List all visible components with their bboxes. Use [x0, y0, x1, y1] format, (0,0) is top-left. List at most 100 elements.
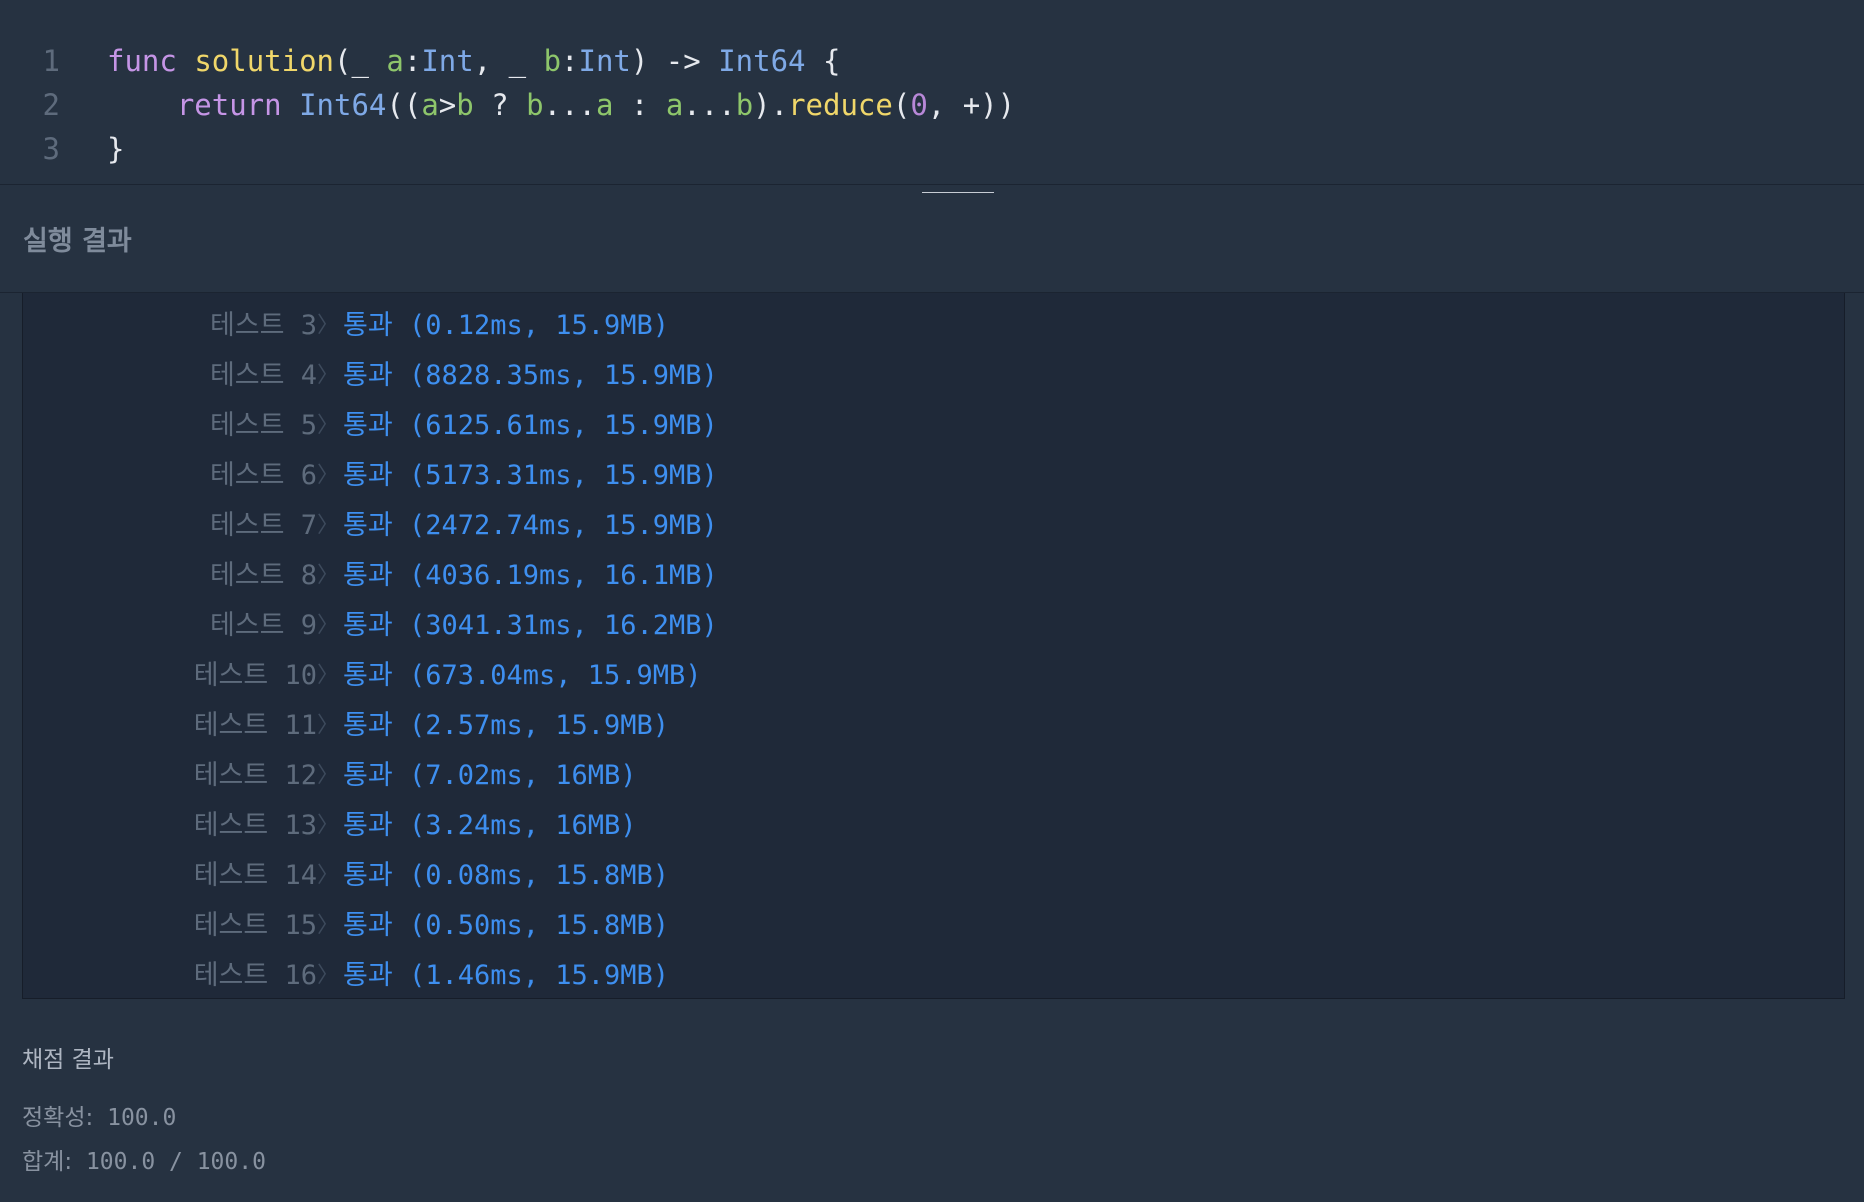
- code-token: 0: [910, 88, 928, 122]
- test-result: 통과 (4036.19ms, 16.1MB): [343, 551, 718, 601]
- test-label: 테스트 15: [194, 901, 317, 951]
- test-row: 테스트 13 〉 통과 (3.24ms, 16MB): [23, 801, 1844, 851]
- test-detail: (2472.74ms, 15.9MB): [408, 510, 718, 541]
- chevron-right-icon: 〉: [317, 563, 340, 588]
- test-label-text: 테스트: [209, 610, 285, 641]
- code-token: return: [176, 88, 282, 122]
- test-result: 통과 (5173.31ms, 15.9MB): [343, 451, 718, 501]
- test-label: 테스트 12: [194, 751, 317, 801]
- test-label: 테스트 8: [210, 551, 317, 601]
- test-row: 테스트 5 〉 통과 (6125.61ms, 15.9MB): [23, 401, 1844, 451]
- test-label-text: 테스트: [209, 510, 285, 541]
- test-label: 테스트 6: [210, 451, 317, 501]
- code-line-3[interactable]: 3}: [0, 127, 125, 171]
- chevron-right-icon: 〉: [317, 613, 340, 638]
- test-detail: (0.08ms, 15.8MB): [408, 860, 670, 891]
- code-editor[interactable]: 1 func solution(_ a:Int, _ b:Int) -> Int6…: [0, 0, 1864, 185]
- code-token: func: [107, 44, 177, 78]
- code-token: reduce: [788, 88, 893, 122]
- test-result: 통과 (3.24ms, 16MB): [343, 801, 637, 851]
- test-detail: (6125.61ms, 15.9MB): [408, 410, 718, 441]
- test-label-text: 테스트: [209, 360, 285, 391]
- test-label-text: 테스트: [193, 910, 269, 941]
- result-header: 실행 결과: [0, 193, 1864, 293]
- test-number: 10: [284, 660, 317, 691]
- test-number: 3: [300, 310, 317, 341]
- test-row: 테스트 16 〉 통과 (1.46ms, 15.9MB): [23, 951, 1844, 998]
- accuracy-line: 정확성: 100.0: [22, 1098, 176, 1132]
- grading-title: 채점 결과: [22, 1047, 114, 1073]
- test-label-text: 테스트: [193, 710, 269, 741]
- test-row: 테스트 12 〉 통과 (7.02ms, 16MB): [23, 751, 1844, 801]
- line-number: 1: [42, 44, 60, 78]
- chevron-right-icon: 〉: [317, 313, 340, 338]
- test-result: 통과 (8828.35ms, 15.9MB): [343, 351, 718, 401]
- test-label-text: 테스트: [209, 310, 285, 341]
- chevron-right-icon: 〉: [317, 463, 340, 488]
- code-token: b: [456, 88, 474, 122]
- code-token: :: [561, 44, 579, 78]
- code-token: , _: [473, 44, 544, 78]
- result-title: 실행 결과: [23, 226, 132, 257]
- test-label: 테스트 5: [210, 401, 317, 451]
- test-number: 9: [300, 610, 317, 641]
- code-token: a: [665, 88, 684, 122]
- test-number: 7: [300, 510, 317, 541]
- test-status: 통과: [343, 510, 393, 541]
- test-label: 테스트 13: [194, 801, 317, 851]
- chevron-right-icon: 〉: [317, 813, 340, 838]
- code-token: b: [526, 88, 544, 122]
- test-label-text: 테스트: [193, 660, 269, 691]
- test-result: 통과 (6125.61ms, 15.9MB): [343, 401, 718, 451]
- test-number: 12: [284, 760, 317, 791]
- test-detail: (3.24ms, 16MB): [408, 810, 637, 841]
- test-number: 5: [300, 410, 317, 441]
- test-label: 테스트 10: [194, 651, 317, 701]
- code-token: Int: [421, 44, 474, 78]
- chevron-right-icon: 〉: [317, 363, 340, 388]
- code-line-2[interactable]: 2 return Int64((a>b ? b...a : a...b).red…: [0, 83, 1016, 127]
- test-label: 테스트 16: [194, 951, 317, 998]
- test-number: 4: [300, 360, 317, 391]
- code-token: Int64: [299, 88, 387, 122]
- test-status: 통과: [343, 710, 393, 741]
- test-status: 통과: [343, 310, 393, 341]
- test-label: 테스트 14: [194, 851, 317, 901]
- code-token: ...: [543, 88, 596, 122]
- test-detail: (8828.35ms, 15.9MB): [408, 360, 718, 391]
- test-result: 통과 (673.04ms, 15.9MB): [343, 651, 702, 701]
- test-row: 테스트 8 〉 통과 (4036.19ms, 16.1MB): [23, 551, 1844, 601]
- test-status: 통과: [343, 360, 393, 391]
- code-line-1[interactable]: 1 func solution(_ a:Int, _ b:Int) -> Int6…: [0, 39, 841, 83]
- test-row: 테스트 9 〉 통과 (3041.31ms, 16.2MB): [23, 601, 1844, 651]
- test-status: 통과: [343, 860, 393, 891]
- test-row: 테스트 6 〉 통과 (5173.31ms, 15.9MB): [23, 451, 1844, 501]
- test-label: 테스트 3: [210, 301, 317, 351]
- test-label: 테스트 9: [210, 601, 317, 651]
- chevron-right-icon: 〉: [317, 913, 340, 938]
- chevron-right-icon: 〉: [317, 413, 340, 438]
- test-row: 테스트 11 〉 통과 (2.57ms, 15.9MB): [23, 701, 1844, 751]
- test-status: 통과: [343, 760, 393, 791]
- code-token: }: [107, 132, 125, 166]
- total-value: 100.0 / 100.0: [85, 1149, 266, 1175]
- test-detail: (673.04ms, 15.9MB): [408, 660, 702, 691]
- test-result: 통과 (0.12ms, 15.9MB): [343, 301, 669, 351]
- test-number: 16: [284, 960, 317, 991]
- chevron-right-icon: 〉: [317, 863, 340, 888]
- test-status: 통과: [343, 960, 393, 991]
- test-result: 통과 (0.50ms, 15.8MB): [343, 901, 669, 951]
- test-detail: (3041.31ms, 16.2MB): [408, 610, 718, 641]
- test-detail: (5173.31ms, 15.9MB): [408, 460, 718, 491]
- code-token: (_: [334, 44, 387, 78]
- test-results-panel[interactable]: 테스트 3 〉 통과 (0.12ms, 15.9MB) 테스트 4 〉 통과 (8828.…: [22, 293, 1845, 999]
- test-number: 15: [284, 910, 317, 941]
- line-number: 2: [42, 88, 60, 122]
- test-number: 6: [300, 460, 317, 491]
- code-token: Int64: [718, 44, 806, 78]
- test-result: 통과 (2.57ms, 15.9MB): [343, 701, 669, 751]
- test-result: 통과 (7.02ms, 16MB): [343, 751, 637, 801]
- code-token: {: [805, 44, 841, 78]
- test-status: 통과: [343, 410, 393, 441]
- test-label-text: 테스트: [193, 760, 269, 791]
